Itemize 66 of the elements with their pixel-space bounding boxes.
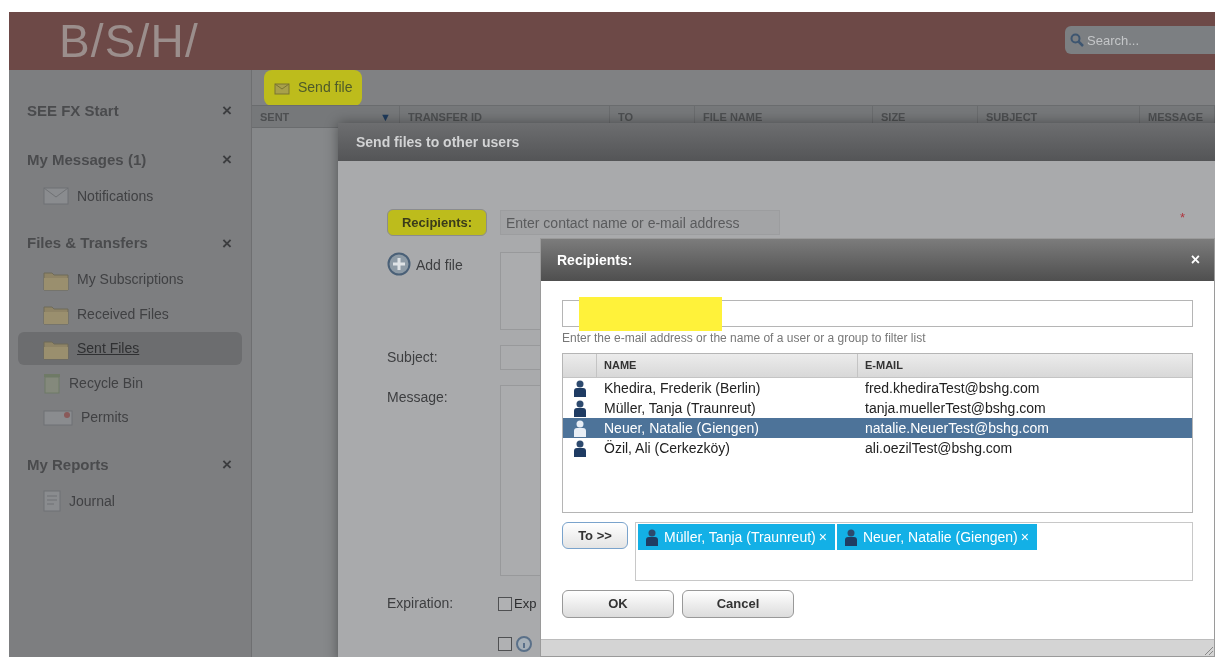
- remove-icon[interactable]: ×: [818, 526, 827, 548]
- dialog-title: Recipients:: [557, 250, 633, 270]
- person-icon: [646, 528, 658, 546]
- add-file-button[interactable]: Add file: [387, 252, 500, 330]
- close-icon[interactable]: ×: [222, 98, 232, 124]
- email-cell-text: ali.oezilTest@bshg.com: [864, 438, 1014, 458]
- checkbox[interactable]: [498, 637, 512, 651]
- selected-recipients-field[interactable]: Müller, Tanja (Traunreut) × Neuer, Natalie (Giengen) ×: [635, 522, 1193, 581]
- field-label: Message:: [387, 388, 449, 407]
- resize-grip-icon: [1202, 644, 1214, 656]
- sidebar-item[interactable]: Journal: [18, 484, 242, 518]
- name-cell-text: Neuer, Natalie (Giengen): [603, 418, 760, 438]
- recipient-row[interactable]: Khedira, Frederik (Berlin) fred.khediraTest@bshg.com: [563, 378, 1192, 398]
- filter-hint: Enter the e-mail address or the name of a user or a group to filter list: [562, 330, 927, 347]
- email-cell-text: natalie.NeuerTest@bshg.com: [864, 418, 1050, 438]
- dialog-title: Send files to other users: [356, 132, 520, 152]
- info-icon: [516, 636, 532, 652]
- name-cell-text: Khedira, Frederik (Berlin): [603, 378, 762, 398]
- person-icon: [574, 419, 586, 437]
- sidebar-item[interactable]: Notifications: [18, 179, 242, 213]
- close-button[interactable]: ×: [1190, 248, 1200, 272]
- required-mark: *: [1180, 208, 1186, 227]
- recipient-row[interactable]: Özil, Ali (Cerkezköy) ali.oezilTest@bshg.com: [563, 438, 1192, 458]
- recipient-row[interactable]: Müller, Tanja (Traunreut) tanja.muellerTest@bshg.com: [563, 398, 1192, 418]
- sidebar-item[interactable]: My Subscriptions: [18, 263, 242, 296]
- plus-circle-icon: [387, 252, 411, 276]
- close-icon[interactable]: ×: [222, 230, 232, 257]
- column-header[interactable]: NAME: [597, 354, 858, 377]
- sidebar-item[interactable]: Sent Files: [18, 332, 242, 365]
- envelope-icon: [43, 187, 69, 205]
- ok-button[interactable]: OK: [562, 590, 674, 618]
- recipient-row[interactable]: Neuer, Natalie (Giengen) natalie.NeuerTest@bshg.com: [563, 418, 1192, 438]
- checkbox[interactable]: [498, 596, 512, 611]
- folder-icon: [43, 303, 69, 325]
- field-label: Subject:: [387, 348, 439, 367]
- name-cell-text: Özil, Ali (Cerkezköy): [603, 438, 732, 458]
- field-label: Expiration:: [387, 594, 455, 613]
- person-icon: [844, 528, 857, 546]
- remove-icon[interactable]: ×: [1020, 526, 1029, 548]
- bin-icon: [43, 372, 61, 394]
- sidebar-item[interactable]: Permits: [18, 401, 242, 434]
- close-icon[interactable]: ×: [222, 452, 232, 478]
- recipient-chip[interactable]: Müller, Tanja (Traunreut) ×: [638, 524, 835, 550]
- checkbox-label: Exp: [514, 594, 537, 613]
- send-file-button[interactable]: Send file: [264, 69, 363, 106]
- envelope-icon: [274, 80, 290, 95]
- sort-caret-icon[interactable]: ▼: [380, 109, 391, 127]
- recipients-input[interactable]: Enter contact name or e-mail address: [500, 210, 780, 235]
- sidebar-item[interactable]: Received Files: [18, 297, 242, 331]
- email-cell-text: fred.khediraTest@bshg.com: [864, 378, 1041, 398]
- logo: B/S/H/: [59, 18, 199, 64]
- search-field[interactable]: Search...: [1065, 26, 1215, 54]
- close-icon[interactable]: ×: [222, 147, 232, 173]
- email-cell-text: tanja.muellerTest@bshg.com: [864, 398, 1047, 418]
- card-icon: [43, 408, 73, 427]
- column-header[interactable]: E-MAIL: [858, 354, 1192, 377]
- person-icon: [574, 439, 586, 457]
- cancel-button[interactable]: Cancel: [682, 590, 794, 618]
- recipients-button[interactable]: Recipients:: [387, 209, 487, 236]
- search-icon: [1070, 33, 1084, 47]
- person-icon: [574, 379, 586, 397]
- sidebar-item[interactable]: Recycle Bin: [18, 366, 242, 400]
- recipient-chip[interactable]: Neuer, Natalie (Giengen) ×: [836, 524, 1037, 550]
- person-icon: [574, 399, 586, 417]
- to-button[interactable]: To >>: [562, 522, 628, 549]
- name-cell-text: Müller, Tanja (Traunreut): [603, 398, 757, 418]
